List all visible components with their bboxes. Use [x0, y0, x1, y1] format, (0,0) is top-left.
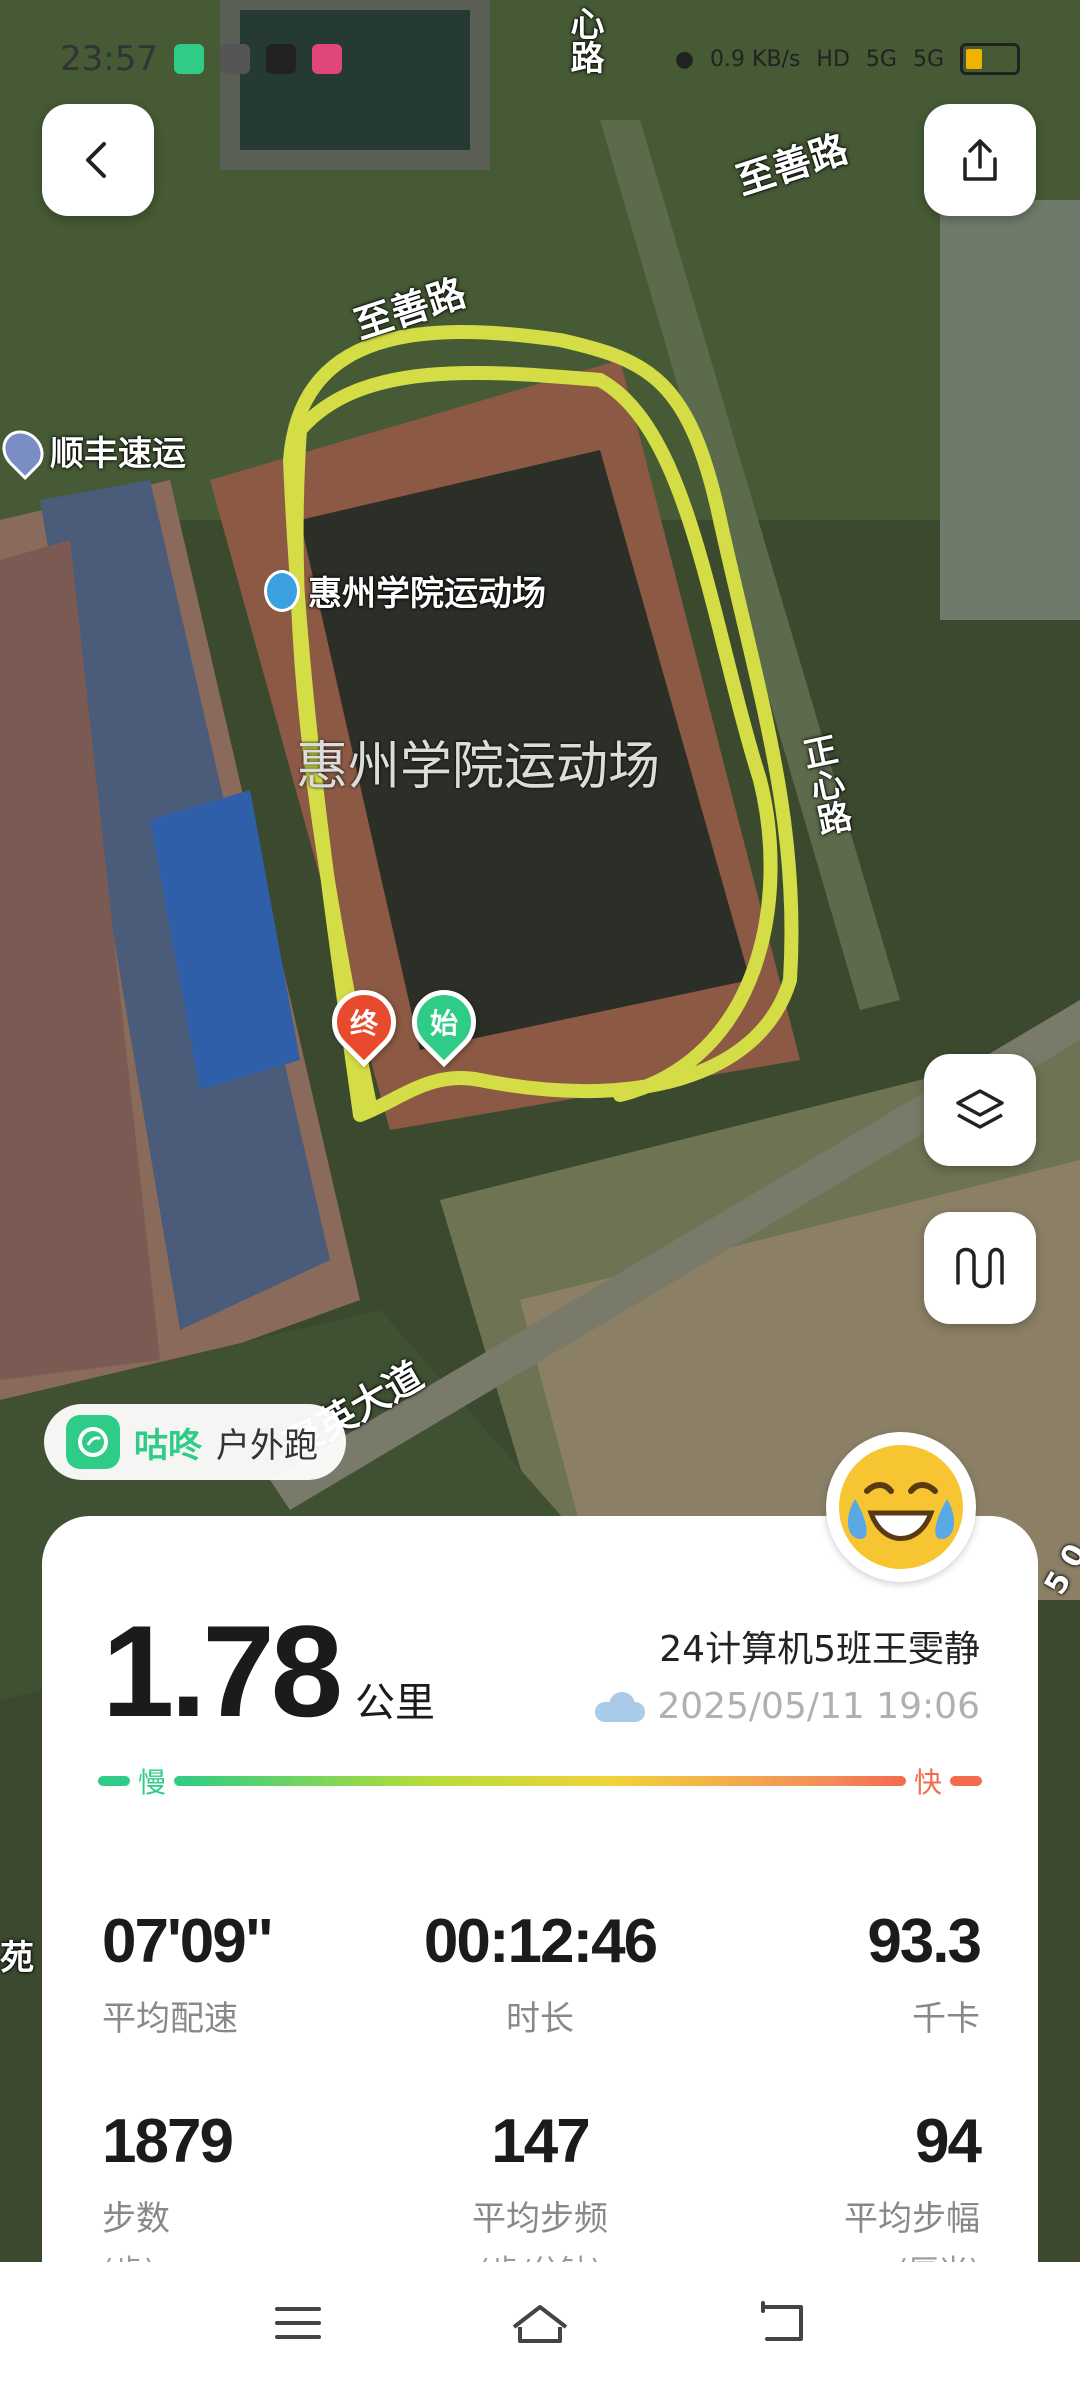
speed-slow-label: 慢: [138, 1766, 167, 1799]
route-curve-button[interactable]: [924, 1212, 1036, 1324]
stat-cadence: 147 平均步频 (步/分钟): [472, 2107, 608, 2276]
home-icon: [512, 2305, 568, 2343]
app-icon: [173, 44, 204, 74]
stat-calories: 93.3 千卡: [867, 1907, 982, 2039]
battery-icon: [960, 43, 1020, 75]
share-button[interactable]: [924, 104, 1036, 216]
poi-pin-icon: [0, 421, 52, 480]
curve-icon: [956, 1247, 1004, 1289]
stadium-area-label: 惠州学院运动场: [296, 737, 661, 797]
app-icon: [219, 44, 250, 74]
fast-dash: [950, 1776, 982, 1786]
crying-laughing-emoji-icon: [839, 1445, 963, 1569]
cloud-icon: [595, 1691, 646, 1722]
back-nav-icon: [760, 2301, 803, 2341]
poi-stadium-label: 惠州学院运动场: [308, 574, 546, 614]
app-icon: [311, 44, 342, 74]
map-road-label: 心路: [564, 6, 604, 74]
poi-stadium[interactable]: 惠州学院运动场: [264, 566, 546, 615]
summary-card: 1.78 公里 24计算机5班王雯静 2025/05/11 19:06 慢 快 …: [42, 1516, 1038, 2276]
hd-badge: HD: [816, 46, 850, 72]
location-icon: ●: [674, 46, 695, 72]
share-icon: [963, 139, 997, 181]
stat-stride: 94 平均步幅 (厘米): [844, 2107, 982, 2276]
poi-sf-label: 顺丰速运: [50, 434, 186, 474]
avatar[interactable]: [826, 1432, 976, 1582]
menu-button[interactable]: [273, 2303, 323, 2347]
distance-value: 1.78: [102, 1598, 343, 1744]
signal-label: 5G: [912, 46, 944, 72]
menu-icon: [275, 2307, 322, 2339]
activity-type: 户外跑: [216, 1425, 318, 1466]
signal-label: 5G: [865, 46, 897, 72]
poi-pin-icon: [264, 569, 300, 612]
back-nav-button[interactable]: [757, 2301, 807, 2349]
map-layers-button[interactable]: [924, 1054, 1036, 1166]
app-icon: [265, 44, 296, 74]
distance-block: 1.78 公里: [102, 1606, 435, 1736]
system-nav-bar: [0, 2262, 1080, 2388]
net-speed: 0.9 KB/s: [710, 46, 801, 72]
chevron-left-icon: [86, 142, 106, 178]
stat-steps: 1879 步数 (步): [102, 2107, 234, 2276]
run-datetime: 2025/05/11 19:06: [657, 1686, 980, 1727]
map-edge-label: 苑: [0, 1938, 34, 1978]
speed-gradient-bar: [174, 1776, 906, 1786]
brand-name: 咕咚: [134, 1425, 202, 1466]
poi-sf[interactable]: 顺丰速运: [0, 421, 186, 480]
datetime-row: 2025/05/11 19:06: [595, 1686, 980, 1727]
back-button[interactable]: [42, 104, 154, 216]
speed-legend: 慢 快: [98, 1766, 982, 1799]
distance-unit: 公里: [355, 1680, 436, 1726]
status-time: 23:57: [60, 39, 158, 79]
brand-badge: 咕咚 户外跑: [44, 1404, 346, 1480]
stat-avg-pace: 07'09" 平均配速: [102, 1907, 274, 2039]
speed-fast-label: 快: [913, 1766, 942, 1799]
stat-duration: 00:12:46 时长: [423, 1907, 658, 2039]
layers-icon: [956, 1089, 1004, 1129]
slow-dash: [98, 1776, 130, 1786]
codoon-logo-icon: [66, 1415, 120, 1469]
home-button[interactable]: [510, 2301, 570, 2349]
status-bar: 23:57 ● 0.9 KB/s HD 5G 5G: [60, 34, 1020, 84]
user-name: 24计算机5班王雯静: [659, 1629, 980, 1670]
